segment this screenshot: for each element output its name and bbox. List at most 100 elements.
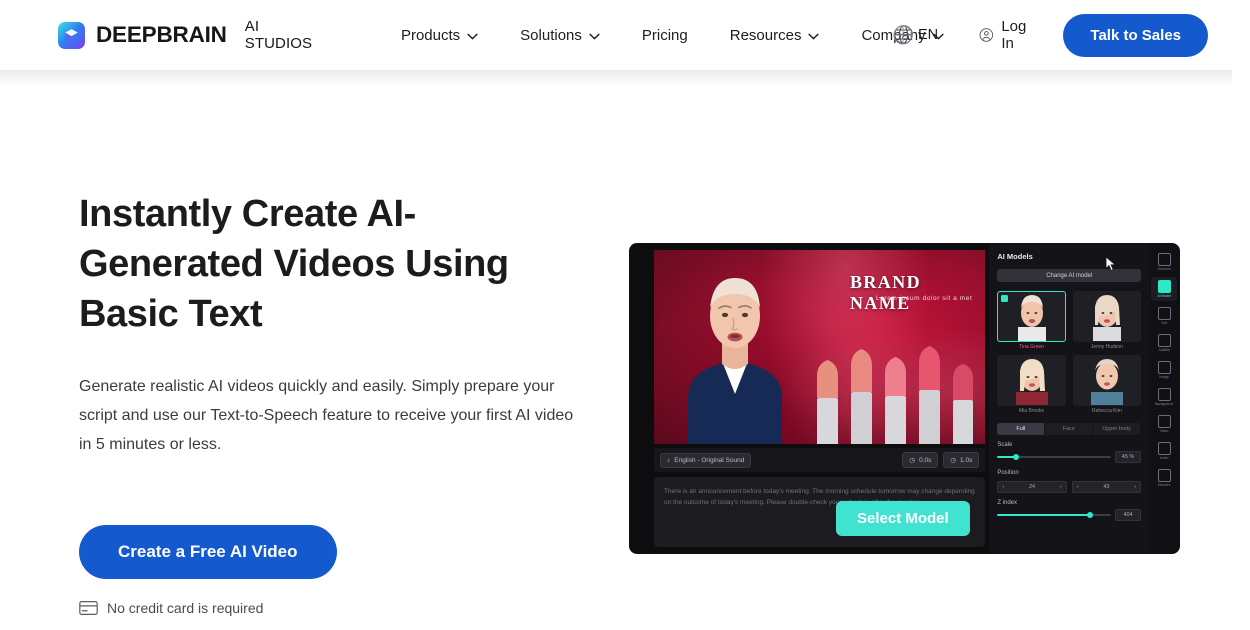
position-x-inc[interactable]: › (1060, 484, 1062, 490)
tab-upper-body[interactable]: Upper body (1093, 423, 1142, 435)
rail-item-video[interactable]: Video (1151, 412, 1177, 436)
talk-to-sales-button[interactable]: Talk to Sales (1063, 13, 1208, 57)
header-actions: Log In Talk to Sales (965, 10, 1208, 60)
voice-language-chip[interactable]: ♪ English - Original Sound (660, 452, 752, 468)
nav-item-solutions[interactable]: Solutions (499, 19, 621, 52)
ai-model-icon (1157, 280, 1171, 293)
tab-face[interactable]: Face (1045, 423, 1094, 435)
create-free-ai-video-button[interactable]: Create a Free AI Video (79, 525, 337, 579)
element-icon (1157, 469, 1171, 482)
position-x-value: 24 (1028, 484, 1036, 490)
no-credit-card-note: No credit card is required (79, 600, 619, 616)
text-icon (1157, 307, 1171, 320)
nav-item-label: Products (400, 26, 461, 44)
editor-tool-rail: Scenario AI Model Text Subtitle Image Ba… (1149, 244, 1179, 553)
video-toolbar-right: ◷ 0.0s ◷ 1.0s (902, 452, 980, 468)
rail-item-audio[interactable]: Audio (1151, 439, 1177, 463)
rail-item-background[interactable]: Background (1151, 385, 1177, 409)
model-thumbnail[interactable] (1072, 355, 1142, 406)
rail-item-label: Subtitle (1158, 348, 1170, 352)
model-name: Rebecca Kim (1092, 408, 1122, 414)
nav-item-pricing[interactable]: Pricing (621, 19, 709, 52)
chevron-down-icon (467, 33, 478, 40)
stage-brand-name: BRAND NAME (850, 272, 922, 313)
rail-item-label: AI Model (1157, 294, 1171, 298)
position-label: Position (997, 470, 1019, 476)
site-header: DEEPBRAIN AI STUDIOS Products Solutions … (0, 0, 1232, 71)
total-duration-label: 1.0s (960, 456, 973, 464)
model-name: Tina Green (1019, 344, 1044, 350)
user-circle-icon (979, 28, 993, 42)
nav-item-label: Resources (729, 26, 802, 44)
view-mode-tabs: Full Face Upper body (997, 423, 1142, 435)
clock-icon: ◷ (950, 457, 957, 464)
slider-knob[interactable] (1087, 512, 1094, 518)
language-label: EN (918, 26, 939, 43)
brand-logo[interactable]: DEEPBRAIN AI STUDIOS (58, 18, 319, 52)
model-thumbnail[interactable] (997, 291, 1066, 342)
position-y-dec[interactable]: ‹ (1077, 484, 1079, 490)
rail-item-image[interactable]: Image (1151, 358, 1177, 382)
clock-icon: ◷ (909, 457, 916, 464)
rail-item-text[interactable]: Text (1151, 304, 1177, 328)
credit-card-icon (79, 601, 98, 615)
lipstick-products (817, 346, 974, 444)
scale-value[interactable]: 45 % (1115, 451, 1142, 463)
model-card[interactable]: Jenny Hudson (1072, 291, 1142, 350)
login-button[interactable]: Log In (965, 10, 1050, 60)
scale-slider[interactable] (997, 453, 1112, 461)
rail-item-scenario[interactable]: Scenario (1151, 250, 1177, 274)
ai-avatar-presenter (688, 278, 782, 444)
scale-control: 45 % (997, 451, 1142, 463)
rail-item-label: Background (1154, 402, 1174, 406)
zindex-label: Z index (997, 500, 1018, 506)
model-name: Jenny Hudson (1090, 344, 1123, 350)
rail-item-label: Image (1159, 375, 1169, 379)
slider-fill (997, 514, 1091, 516)
model-grid: Tina Green Jenny Hudson Mia Brooks Rebec… (997, 291, 1142, 414)
clip-duration-chip[interactable]: ◷ 0.0s (902, 452, 939, 468)
total-duration-chip[interactable]: ◷ 1.0s (943, 452, 980, 468)
position-y-field[interactable]: ‹ 43 › (1071, 481, 1142, 493)
model-avatar (1017, 295, 1046, 341)
hero-copy: Instantly Create AI-Generated Videos Usi… (79, 189, 619, 616)
position-x-field[interactable]: ‹ 24 › (997, 481, 1067, 493)
page-root: DEEPBRAIN AI STUDIOS Products Solutions … (0, 0, 1250, 630)
nav-item-resources[interactable]: Resources (709, 19, 841, 52)
select-model-button[interactable]: Select Model (836, 501, 970, 536)
model-card[interactable]: Rebecca Kim (1072, 355, 1142, 414)
position-y-inc[interactable]: › (1134, 484, 1136, 490)
stage-brand-tagline: Lorem ipsum dolor sit a met (876, 295, 973, 302)
nav-item-label: Pricing (641, 26, 688, 44)
position-control: ‹ 24 › ‹ 43 › (997, 481, 1142, 493)
nav-item-label: Solutions (520, 26, 582, 44)
subtitle-icon (1157, 334, 1171, 347)
zindex-slider[interactable] (997, 511, 1112, 519)
rail-item-label: Element (1157, 483, 1171, 487)
mouse-cursor-icon (1105, 256, 1117, 272)
zindex-value[interactable]: 404 (1115, 509, 1142, 521)
rail-item-element[interactable]: Element (1151, 466, 1177, 490)
slider-knob[interactable] (1013, 454, 1020, 460)
nav-item-products[interactable]: Products (380, 19, 499, 52)
hero-subtitle: Generate realistic AI videos quickly and… (79, 378, 574, 453)
rail-item-subtitle[interactable]: Subtitle (1151, 331, 1177, 355)
chevron-down-icon (589, 33, 600, 40)
clip-duration-label: 0.0s (919, 456, 932, 464)
video-stage[interactable]: BRAND NAME Lorem ipsum dolor sit a met (654, 250, 986, 444)
model-avatar (1090, 359, 1123, 405)
chevron-down-icon (808, 33, 820, 40)
tab-full[interactable]: Full (997, 423, 1046, 435)
model-card[interactable]: Mia Brooks (997, 355, 1066, 414)
voice-chip-label: English - Original Sound (674, 456, 745, 464)
rail-item-ai-model[interactable]: AI Model (1151, 277, 1178, 301)
model-thumbnail[interactable] (1072, 291, 1142, 342)
click-target-marker (893, 25, 913, 45)
model-thumbnail[interactable] (997, 355, 1066, 406)
change-ai-model-button[interactable]: Change AI model (997, 269, 1142, 282)
audio-icon (1157, 442, 1171, 455)
position-x-dec[interactable]: ‹ (1002, 484, 1004, 490)
scenario-icon (1157, 253, 1171, 266)
model-avatar (1092, 295, 1121, 341)
model-card[interactable]: Tina Green (997, 291, 1066, 350)
